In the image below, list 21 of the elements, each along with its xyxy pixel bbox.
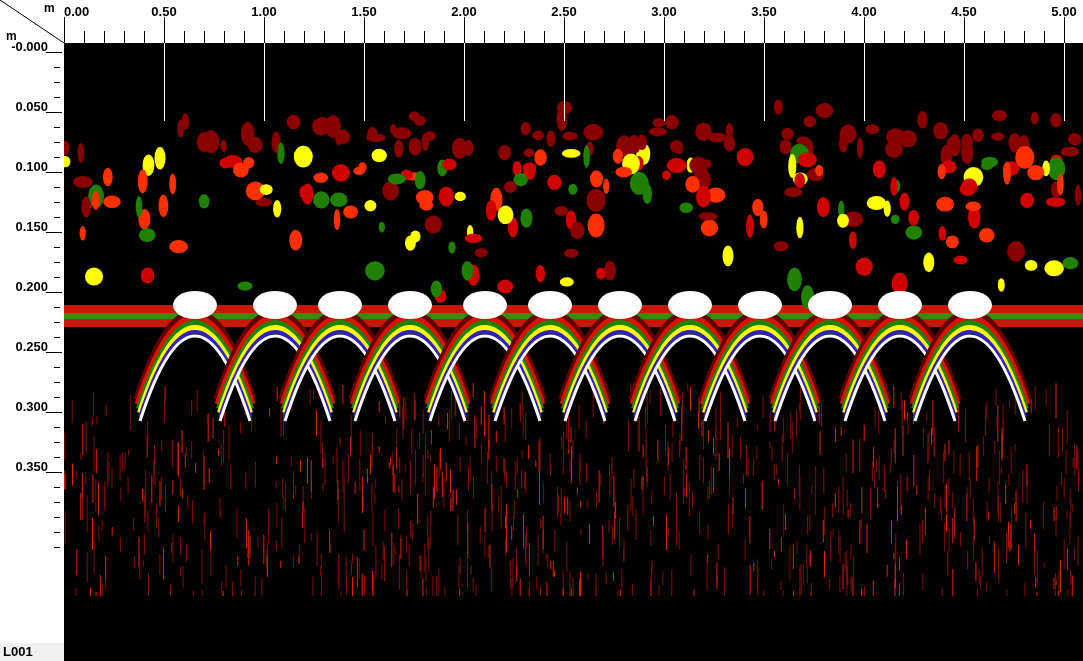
axis-label: 0.050 <box>15 99 48 115</box>
axis-label: 0.100 <box>15 159 48 175</box>
axis-label: 3.50 <box>751 4 777 20</box>
axis-label: 1.00 <box>251 4 277 20</box>
axis-label: 5.00 <box>1051 4 1077 20</box>
diagonal-line <box>0 0 64 43</box>
axis-label: 4.00 <box>851 4 877 20</box>
axis-label: 3.00 <box>651 4 677 20</box>
axis-label: 2.50 <box>551 4 577 20</box>
axis-label: 1.50 <box>351 4 377 20</box>
axis-label: 0.250 <box>15 339 48 355</box>
axis-label: 0.50 <box>151 4 177 20</box>
axis-label: 2.00 <box>451 4 477 20</box>
axis-label: 0.200 <box>15 279 48 295</box>
axis-label: 0.00 <box>64 4 90 20</box>
axis-unit: m <box>44 1 55 15</box>
axis-label: 0.300 <box>15 399 48 415</box>
axis-label: 4.50 <box>951 4 977 20</box>
profile-label: L001 <box>0 643 64 661</box>
axis-label: 0.150 <box>15 219 48 235</box>
axis-label: 0.350 <box>15 459 48 475</box>
